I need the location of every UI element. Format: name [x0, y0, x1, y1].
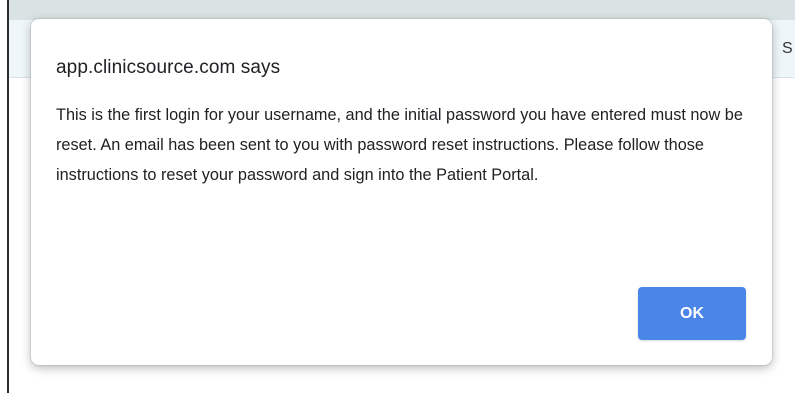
- page-top-band: [9, 0, 795, 20]
- dialog-title: app.clinicsource.com says: [56, 57, 281, 78]
- dialog-message: This is the first login for your usernam…: [56, 106, 743, 184]
- ok-button[interactable]: OK: [638, 287, 746, 340]
- alert-dialog: app.clinicsource.com says This is the fi…: [31, 19, 772, 365]
- background-page-text: S by: [782, 40, 795, 57]
- browser-page: S by app.clinicsource.com says This is t…: [0, 0, 795, 393]
